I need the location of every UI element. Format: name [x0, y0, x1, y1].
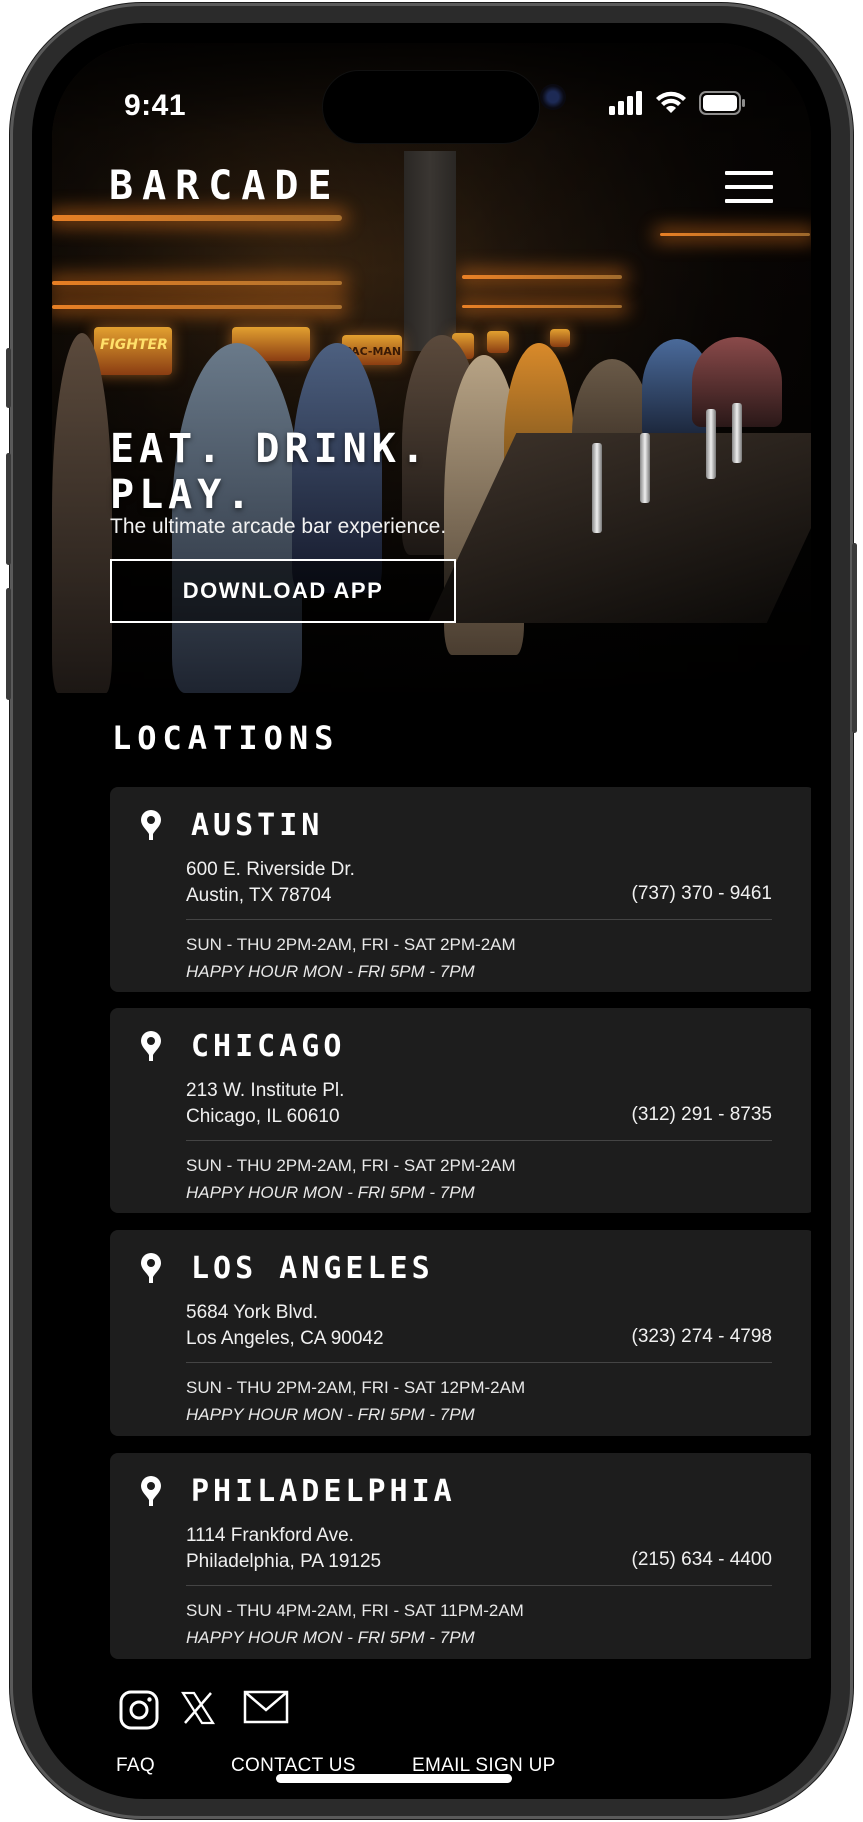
neon-strip — [462, 305, 622, 308]
instagram-icon[interactable] — [119, 1690, 159, 1730]
dynamic-island — [322, 70, 540, 144]
location-card-austin[interactable]: AUSTIN 600 E. Riverside Dr. Austin, TX 7… — [110, 787, 811, 992]
address-line-2: Chicago, IL 60610 — [186, 1106, 340, 1127]
home-indicator[interactable] — [276, 1774, 512, 1783]
phone-body: FIGHTER II PAC-MAN — [6, 3, 857, 1819]
location-hours: SUN - THU 2PM-2AM, FRI - SAT 12PM-2AM HA… — [186, 1374, 525, 1428]
status-icons — [609, 91, 747, 115]
barcade-logo[interactable]: BARCADE — [109, 163, 341, 209]
beer-tap — [706, 409, 716, 479]
location-pin-icon — [141, 1253, 161, 1283]
hamburger-menu-icon[interactable] — [725, 171, 773, 203]
opening-hours: SUN - THU 2PM-2AM, FRI - SAT 2PM-2AM — [186, 935, 516, 954]
address-line-1: 5684 York Blvd. — [186, 1302, 319, 1323]
marquee-text: FIGHTER II — [100, 337, 183, 353]
address-line-1: 600 E. Riverside Dr. — [186, 859, 355, 880]
cellular-signal-icon — [609, 91, 642, 115]
marquee-label: FIGHTER II — [100, 337, 172, 353]
card-divider — [186, 1585, 772, 1586]
location-card-los-angeles[interactable]: LOS ANGELES 5684 York Blvd. Los Angeles,… — [110, 1230, 811, 1436]
card-divider — [186, 1362, 772, 1363]
arcade-marquee — [550, 329, 570, 347]
location-card-philadelphia[interactable]: PHILADELPHIA 1114 Frankford Ave. Philade… — [110, 1453, 811, 1659]
location-pin-icon — [141, 810, 161, 840]
mail-icon[interactable] — [243, 1690, 289, 1724]
footer-link-faq[interactable]: FAQ — [116, 1755, 155, 1777]
location-phone[interactable]: (323) 274 - 4798 — [632, 1326, 773, 1348]
neon-strip — [52, 305, 342, 309]
address-line-1: 1114 Frankford Ave. — [186, 1525, 354, 1546]
location-pin-icon — [141, 1031, 161, 1061]
hero-headline: EAT. DRINK. PLAY. — [110, 426, 430, 518]
opening-hours: SUN - THU 2PM-2AM, FRI - SAT 12PM-2AM — [186, 1378, 526, 1397]
status-time: 9:41 — [124, 89, 187, 122]
location-city: AUSTIN — [191, 808, 324, 843]
screen: FIGHTER II PAC-MAN — [52, 43, 811, 1779]
location-phone[interactable]: (312) 291 - 8735 — [632, 1104, 773, 1126]
status-bar: 9:41 — [52, 43, 811, 163]
address-line-1: 213 W. Institute Pl. — [186, 1080, 345, 1101]
volume-down-button — [6, 588, 11, 700]
arcade-marquee: FIGHTER II — [94, 327, 183, 375]
card-divider — [186, 1140, 772, 1141]
neon-strip — [52, 281, 342, 285]
headline-line-2: PLAY. — [110, 472, 256, 518]
opening-hours: SUN - THU 2PM-2AM, FRI - SAT 2PM-2AM — [186, 1156, 516, 1175]
hero-tagline: The ultimate arcade bar experience. — [110, 515, 447, 538]
x-icon[interactable] — [180, 1690, 216, 1726]
happy-hour: HAPPY HOUR MON - FRI 5PM - 7PM — [186, 962, 475, 981]
location-city: PHILADELPHIA — [191, 1474, 456, 1509]
happy-hour: HAPPY HOUR MON - FRI 5PM - 7PM — [186, 1405, 475, 1424]
card-divider — [186, 919, 772, 920]
beer-tap — [732, 403, 742, 463]
power-button — [852, 543, 857, 733]
front-camera — [540, 84, 566, 110]
battery-icon — [699, 91, 745, 115]
opening-hours: SUN - THU 4PM-2AM, FRI - SAT 11PM-2AM — [186, 1601, 524, 1620]
arcade-marquee — [487, 331, 509, 353]
beer-tap — [592, 443, 602, 533]
concrete-pillar — [404, 151, 456, 351]
download-app-button[interactable]: DOWNLOAD APP — [110, 559, 456, 623]
menu-bar — [725, 199, 773, 203]
volume-up-button — [6, 453, 11, 565]
menu-bar — [725, 171, 773, 175]
action-button — [6, 348, 11, 408]
location-city: CHICAGO — [191, 1029, 346, 1064]
neon-strip — [462, 275, 622, 279]
neon-strip — [52, 215, 342, 221]
neon-strip — [660, 233, 810, 236]
locations-title: LOCATIONS — [112, 719, 340, 757]
crowd-silhouette — [52, 333, 112, 693]
happy-hour: HAPPY HOUR MON - FRI 5PM - 7PM — [186, 1183, 475, 1202]
location-address: 213 W. Institute Pl. Chicago, IL 60610 — [186, 1078, 344, 1130]
location-address: 600 E. Riverside Dr. Austin, TX 78704 — [186, 857, 355, 909]
address-line-2: Los Angeles, CA 90042 — [186, 1328, 384, 1349]
phone-bezel: FIGHTER II PAC-MAN — [32, 23, 831, 1799]
address-line-2: Austin, TX 78704 — [186, 885, 332, 906]
location-pin-icon — [141, 1476, 161, 1506]
beer-tap — [640, 433, 650, 503]
location-hours: SUN - THU 4PM-2AM, FRI - SAT 11PM-2AM HA… — [186, 1597, 524, 1651]
wifi-icon — [656, 91, 686, 113]
address-line-2: Philadelphia, PA 19125 — [186, 1551, 382, 1572]
location-city: LOS ANGELES — [191, 1251, 434, 1286]
happy-hour: HAPPY HOUR MON - FRI 5PM - 7PM — [186, 1628, 475, 1647]
location-phone[interactable]: (215) 634 - 4400 — [632, 1549, 773, 1571]
location-phone[interactable]: (737) 370 - 9461 — [632, 883, 773, 905]
location-address: 1114 Frankford Ave. Philadelphia, PA 191… — [186, 1523, 381, 1575]
headline-line-1: EAT. DRINK. — [110, 426, 430, 472]
location-hours: SUN - THU 2PM-2AM, FRI - SAT 2PM-2AM HAP… — [186, 931, 516, 985]
menu-bar — [725, 185, 773, 189]
location-card-chicago[interactable]: CHICAGO 213 W. Institute Pl. Chicago, IL… — [110, 1008, 811, 1213]
location-hours: SUN - THU 2PM-2AM, FRI - SAT 2PM-2AM HAP… — [186, 1152, 516, 1206]
location-address: 5684 York Blvd. Los Angeles, CA 90042 — [186, 1300, 384, 1352]
